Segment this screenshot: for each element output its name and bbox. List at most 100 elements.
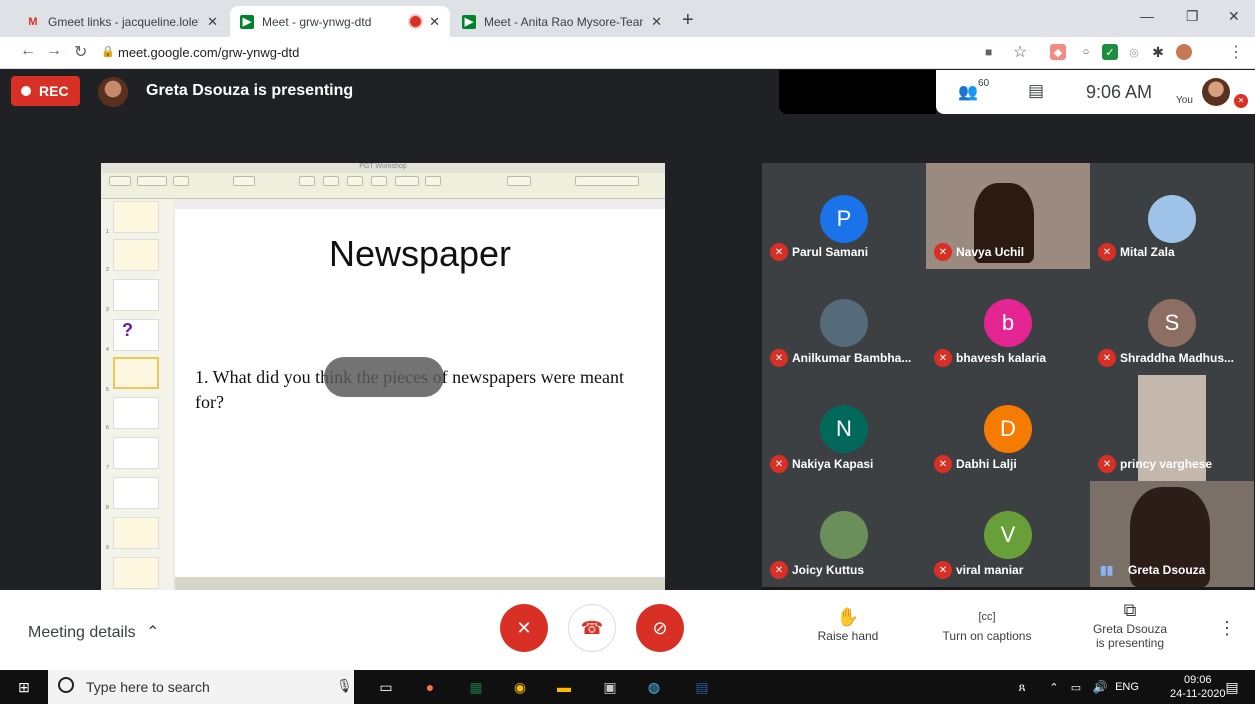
format-icon	[575, 176, 639, 186]
tab-meet-team[interactable]: ▶ Meet - Anita Rao Mysore-Team E ✕	[452, 6, 672, 37]
reload-icon[interactable]: ↻	[74, 42, 87, 62]
store-icon[interactable]: ▣	[600, 677, 620, 697]
slide-thumb	[113, 437, 159, 469]
participant-tile[interactable]: ✕ Navya Uchil	[926, 163, 1090, 269]
tab-title: Gmeet links - jacqueline.loleta@	[48, 14, 199, 29]
window-close-button[interactable]: ✕	[1228, 8, 1240, 25]
checkmark-icon[interactable]: ✓	[1102, 44, 1118, 60]
slide-thumb-number: 1	[106, 229, 109, 235]
file-explorer-icon[interactable]: ▬	[554, 677, 574, 697]
close-icon[interactable]: ✕	[207, 14, 218, 30]
raise-hand-button[interactable]: ✋ Raise hand	[812, 607, 884, 643]
address-bar: ← → ↻ 🔒 meet.google.com/grw-ynwg-dtd ■ ☆…	[0, 37, 1255, 69]
people-icon[interactable]: 👥	[958, 82, 978, 102]
microphone-icon[interactable]: 🎙	[336, 678, 353, 694]
tab-meet-active[interactable]: ▶ Meet - grw-ynwg-dtd ✕	[230, 6, 450, 37]
word-icon[interactable]: ▤	[692, 677, 712, 697]
text-icon	[347, 176, 363, 186]
slide-thumbnails: 1 2 3 ? 4 5 6 7 8 9	[101, 199, 173, 590]
mic-off-icon: ✕	[934, 243, 952, 261]
chat-icon[interactable]: ▤	[1028, 81, 1044, 101]
back-icon[interactable]: ←	[20, 42, 36, 60]
close-icon[interactable]: ✕	[429, 14, 440, 30]
presentation-controls-overlay[interactable]	[324, 357, 444, 397]
recording-icon	[410, 16, 422, 27]
captions-button[interactable]: [cc] Turn on captions	[934, 607, 1040, 643]
chrome-icon[interactable]: ◉	[510, 677, 530, 697]
people-icon[interactable]: ጸ	[1012, 677, 1032, 697]
mic-off-icon: ✕	[1098, 455, 1116, 473]
slide-thumb-selected	[113, 357, 159, 389]
slide-title: Newspaper	[328, 233, 512, 274]
keynote-bottom-bar	[175, 577, 665, 590]
restore-button[interactable]: ❐	[1186, 8, 1199, 25]
participant-tile[interactable]: ✕ princy varghese	[1090, 375, 1254, 481]
notification-icon[interactable]: ▤	[1222, 677, 1242, 697]
new-tab-button[interactable]: +	[682, 9, 694, 32]
keynote-toolbar	[101, 173, 665, 199]
captions-label: Turn on captions	[942, 629, 1032, 643]
presenting-button[interactable]: ⧉ Greta Dsouza is presenting	[1080, 600, 1180, 650]
tab-title: Meet - Anita Rao Mysore-Team E	[484, 14, 644, 29]
participant-tile[interactable]: V ✕ viral maniar	[926, 481, 1090, 587]
lock-icon: 🔒	[101, 46, 115, 58]
extension-icon[interactable]: ○	[1078, 44, 1094, 60]
mic-off-icon: ✕	[770, 455, 788, 473]
participant-tile[interactable]: P ✕ Parul Samani	[762, 163, 926, 269]
tab-gmail[interactable]: M Gmeet links - jacqueline.loleta@ ✕	[16, 6, 228, 37]
participant-name: Parul Samani	[792, 245, 869, 259]
meeting-details-button[interactable]: Meeting details ⌃	[28, 622, 159, 642]
search-icon	[58, 677, 74, 693]
participant-tile[interactable]: D ✕ Dabhi Lalji	[926, 375, 1090, 481]
avatar: S	[1148, 299, 1196, 347]
extension-icon[interactable]: ◎	[1126, 44, 1142, 60]
more-options-icon[interactable]: ⋮	[1218, 618, 1236, 639]
task-view-icon[interactable]: ▭	[376, 677, 396, 697]
slide-thumb-number: 3	[106, 307, 109, 313]
chevron-up-icon[interactable]: ⌃	[1044, 677, 1064, 697]
slide-thumb: ?	[113, 319, 159, 351]
participant-tile[interactable]: ✕ Joicy Kuttus	[762, 481, 926, 587]
participant-tile[interactable]: ✕ Mital Zala	[1090, 163, 1254, 269]
camera-toggle-button[interactable]: ⊘	[636, 604, 684, 652]
presenter-avatar	[98, 77, 128, 107]
camera-icon[interactable]: ■	[985, 45, 992, 59]
star-icon[interactable]: ☆	[1013, 42, 1027, 62]
taskbar-search[interactable]: Type here to search 🎙	[48, 670, 354, 704]
excel-icon[interactable]: ▦	[466, 677, 486, 697]
forward-icon[interactable]: →	[46, 42, 62, 60]
leave-call-button[interactable]: ☎	[568, 604, 616, 652]
participant-tile[interactable]: ✕ Anilkumar Bambha...	[762, 269, 926, 375]
slide-thumb	[113, 239, 159, 271]
slide-thumb	[113, 201, 159, 233]
avatar	[820, 511, 868, 559]
speaking-icon: ▮▮	[1100, 563, 1114, 577]
slide-thumb-number: 6	[106, 425, 109, 431]
extension-icon[interactable]: ◆	[1050, 44, 1066, 60]
participant-tile-speaking[interactable]: ▮▮ Greta Dsouza	[1090, 481, 1254, 587]
avatar	[820, 299, 868, 347]
profile-avatar[interactable]	[1176, 44, 1192, 60]
menu-icon[interactable]: ⋮	[1228, 42, 1244, 62]
language-indicator[interactable]: ENG	[1112, 677, 1142, 697]
windows-start-icon[interactable]: ⊞	[14, 677, 34, 697]
participant-tile[interactable]: S ✕ Shraddha Madhus...	[1090, 269, 1254, 375]
firefox-icon[interactable]: ●	[420, 677, 440, 697]
microphone-toggle-button[interactable]: ✕	[500, 604, 548, 652]
avatar: P	[820, 195, 868, 243]
puzzle-icon[interactable]: ✱	[1150, 44, 1166, 60]
battery-icon[interactable]: ▭	[1066, 677, 1086, 697]
play-icon	[233, 176, 255, 186]
mic-off-icon: ✕	[770, 349, 788, 367]
participant-tile[interactable]: N ✕ Nakiya Kapasi	[762, 375, 926, 481]
chevron-up-icon: ⌃	[146, 624, 160, 641]
browser-icon[interactable]: ◍	[644, 677, 664, 697]
participant-tile[interactable]: b ✕ bhavesh kalaria	[926, 269, 1090, 375]
close-icon[interactable]: ✕	[651, 14, 662, 30]
volume-icon[interactable]: 🔊	[1090, 677, 1110, 697]
minimize-button[interactable]: —	[1140, 8, 1154, 24]
presenting-line2: is presenting	[1095, 636, 1165, 650]
system-clock[interactable]: 09:06 24-11-2020	[1170, 673, 1225, 701]
mic-off-icon: ✕	[934, 561, 952, 579]
url-field[interactable]: meet.google.com/grw-ynwg-dtd	[118, 45, 299, 60]
